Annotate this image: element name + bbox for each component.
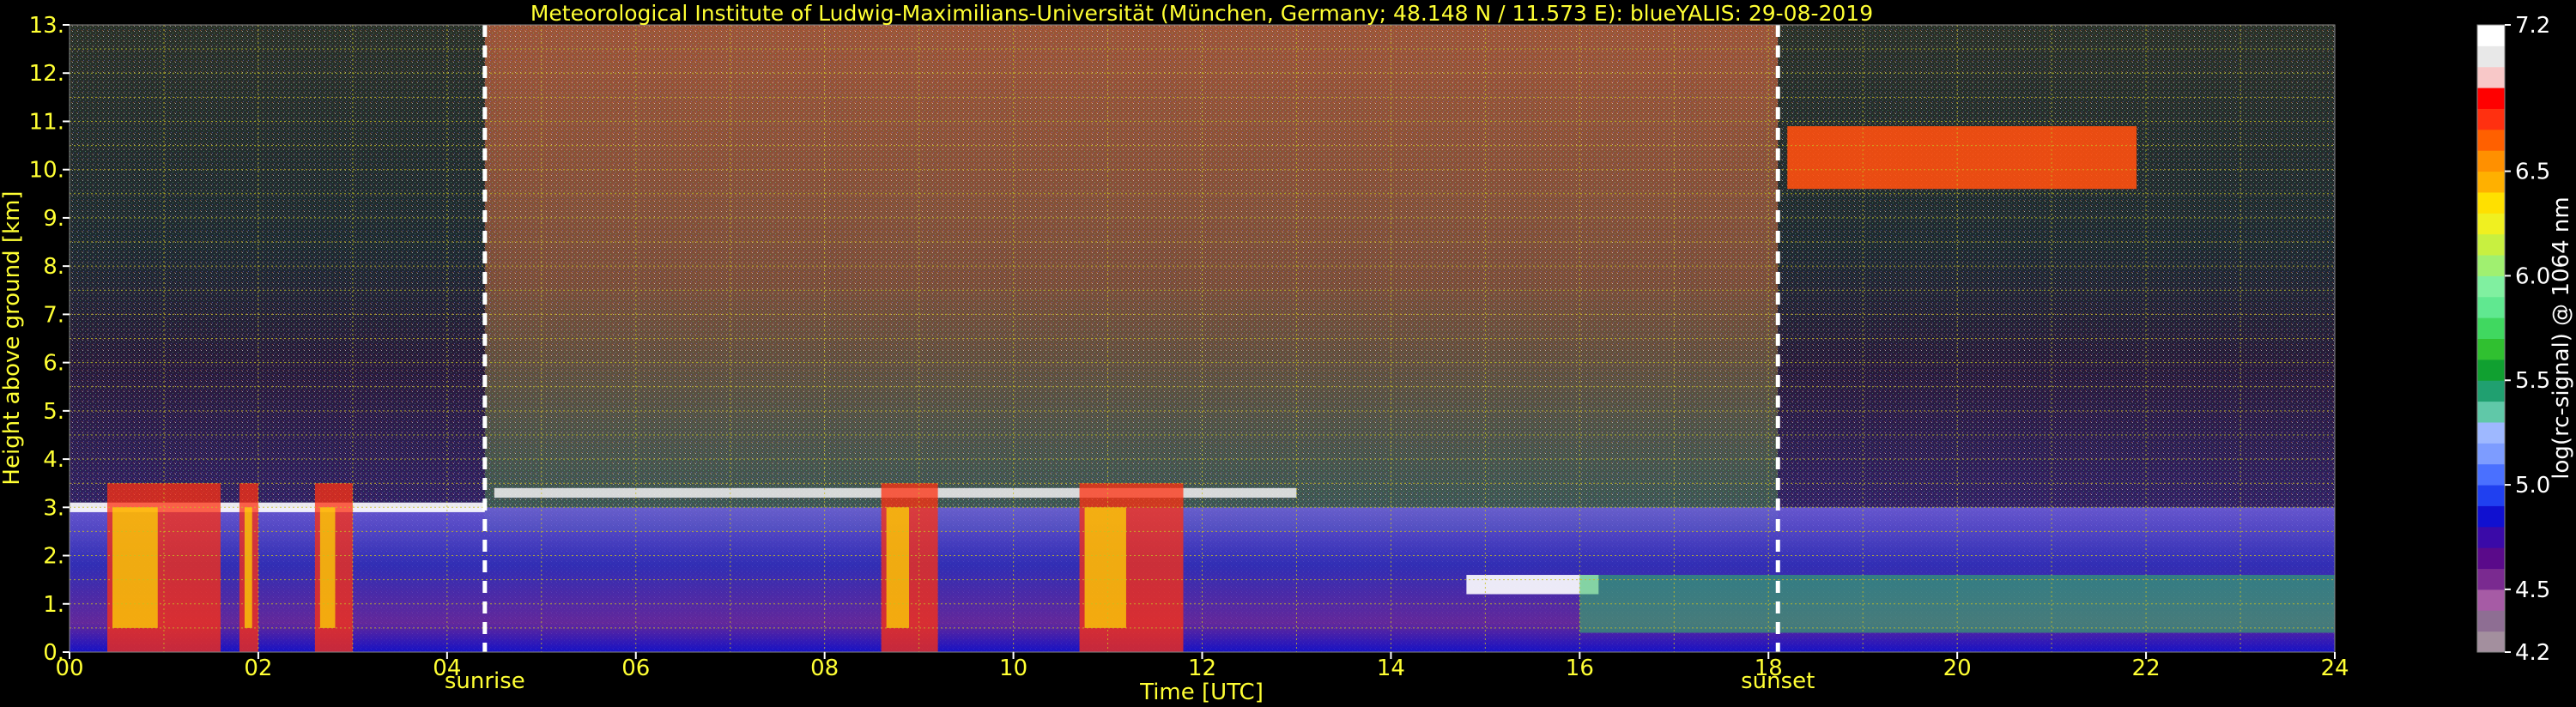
y-axis-label: Height above ground [km] [0,190,25,485]
colorbar-label: log(rc-signal) @ 1064 nm [2549,196,2574,479]
colorbar-segment [2477,610,2505,632]
colorbar-segment [2477,547,2505,570]
colorbar-segment [2477,380,2505,402]
chart-title: Meteorological Institute of Ludwig-Maxim… [530,1,1873,26]
colorbar-segment [2477,88,2505,109]
layer-3 [1466,575,1599,595]
colorbar-segment [2477,150,2505,172]
y-axis-ticks: 0. 1. 2. 3. 4. 5. 6. 7. 8. 9. 10. 11. 12. 13. [29,13,70,666]
colorbar-tick-label: 6.0 [2515,263,2550,289]
colorbar-segment [2477,401,2505,423]
colorbar-segment [2477,233,2505,256]
plume-core-0 [112,507,158,628]
y-tick-label: 1. [43,592,64,618]
y-tick-label: 9. [43,206,64,232]
x-tick-label: 06 [621,656,650,681]
colorbar-segment [2477,505,2505,528]
layer-4 [1787,126,2137,190]
colorbar-segment [2477,45,2505,68]
y-tick-label: 13. [29,13,64,39]
y-tick-label: 7. [43,302,64,328]
colorbar-segment [2477,526,2505,548]
x-tick-label: 12 [1188,656,1216,681]
colorbar-segment [2477,108,2505,130]
y-tick-label: 8. [43,254,64,280]
plot-area [70,25,2335,652]
x-tick-label: 02 [244,656,272,681]
colorbar-tick-label: 4.2 [2515,640,2550,666]
event-label-sunset: sunset [1741,668,1815,694]
colorbar-segment [2477,338,2505,360]
x-tick-label: 20 [1943,656,1972,681]
x-axis-label: Time [UTC] [1139,680,1264,705]
x-axis-ticks: 00 02 04 06 08 10 12 14 16 18 20 22 24 [55,652,2349,681]
colorbar-segment [2477,463,2505,486]
colorbar-segment [2477,213,2505,235]
event-label-sunrise: sunrise [445,668,525,694]
x-tick-label: 22 [2132,656,2161,681]
colorbar-tick-label: 5.5 [2515,368,2550,394]
colorbar-segment [2477,485,2505,506]
plume-core-2 [319,507,336,628]
colorbar-segment [2477,317,2505,339]
x-tick-label: 08 [810,656,839,681]
colorbar-segment [2477,66,2505,88]
colorbar-segment [2477,25,2505,46]
colorbar-tick-label: 7.2 [2515,13,2550,39]
y-tick-label: 0. [43,640,64,666]
colorbar-segment [2477,255,2505,276]
plume-core-1 [244,507,252,628]
y-tick-label: 10. [29,158,64,184]
colorbar-segment [2477,589,2505,611]
y-tick-label: 2. [43,544,64,570]
colorbar-segment [2477,568,2505,590]
colorbar-segment [2477,171,2505,193]
x-tick-label: 16 [1566,656,1594,681]
y-tick-label: 4. [43,447,64,473]
y-tick-label: 3. [43,495,64,521]
colorbar-segment [2477,421,2505,444]
colorbar-segment [2477,631,2505,653]
colorbar-tick-label: 4.5 [2515,577,2550,603]
colorbar-segment [2477,296,2505,318]
colorbar-tick-label: 5.0 [2515,473,2550,499]
x-tick-label: 14 [1377,656,1405,681]
y-tick-label: 6. [43,351,64,377]
y-tick-label: 12. [29,61,64,87]
colorbar: 7.2 6.5 6.0 5.5 5.0 4.5 4.2 [2476,13,2550,666]
colorbar-tick-label: 6.5 [2515,160,2550,185]
colorbar-segment [2477,129,2505,151]
lidar-chart: Meteorological Institute of Ludwig-Maxim… [0,1,2574,705]
colorbar-segment [2477,443,2505,465]
colorbar-segment [2477,359,2505,381]
plume-core-3 [886,507,910,628]
y-tick-label: 11. [29,109,64,135]
plume-core-4 [1084,507,1126,628]
event-labels: sunrise sunset [445,668,1815,694]
x-tick-label: 24 [2320,656,2349,681]
colorbar-segment [2477,191,2505,214]
colorbar-segment [2477,275,2505,298]
y-tick-label: 5. [43,399,64,425]
x-tick-label: 10 [999,656,1027,681]
